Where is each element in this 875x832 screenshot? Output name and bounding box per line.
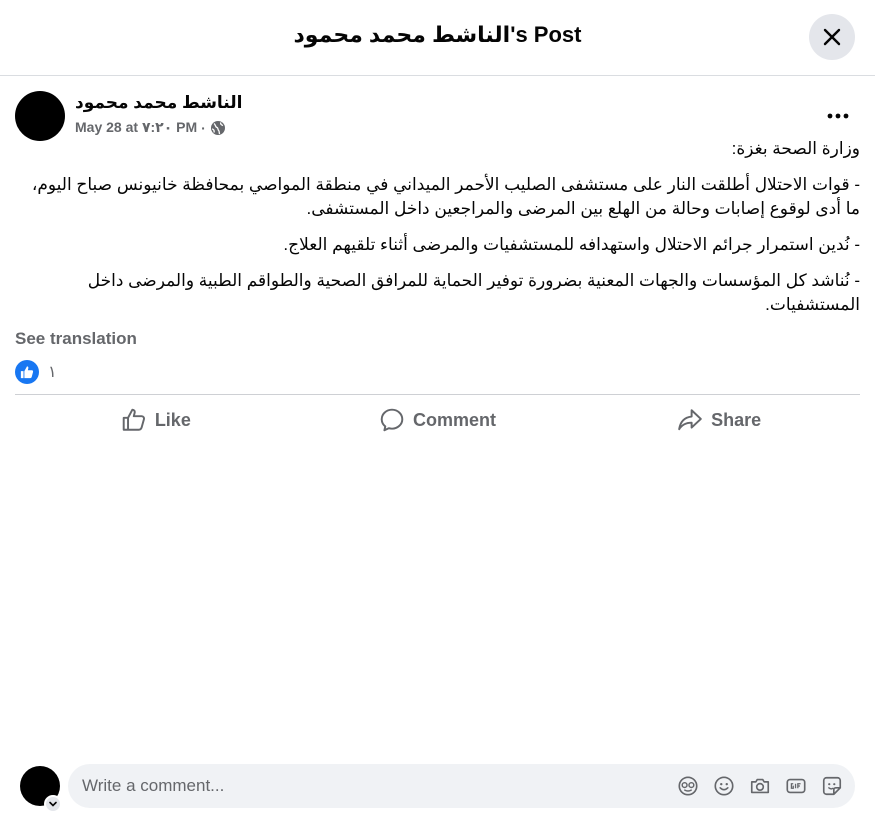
comment-input[interactable] bbox=[82, 764, 662, 808]
like-reaction-icon bbox=[15, 360, 39, 384]
comment-button[interactable]: Comment bbox=[297, 398, 579, 442]
post-timestamp[interactable]: May 28 at ٧:٢٠ PM bbox=[75, 119, 197, 136]
comment-composer bbox=[68, 764, 855, 808]
author-avatar[interactable] bbox=[15, 91, 65, 141]
like-label: Like bbox=[154, 409, 191, 430]
gif-icon[interactable] bbox=[783, 773, 809, 799]
like-button[interactable]: Like bbox=[15, 398, 297, 442]
share-icon bbox=[678, 409, 702, 431]
sticker-icon[interactable] bbox=[819, 773, 845, 799]
camera-icon[interactable] bbox=[747, 773, 773, 799]
post-paragraph: - نُدين استمرار جرائم الاحتلال واستهدافه… bbox=[283, 235, 860, 254]
chevron-down-icon bbox=[49, 801, 57, 807]
post-paragraph: وزارة الصحة بغزة: bbox=[731, 139, 860, 158]
comment-icon bbox=[380, 408, 404, 432]
reaction-count: ١ bbox=[48, 364, 57, 381]
post-meta: May 28 at ٧:٢٠ PM · bbox=[75, 119, 226, 136]
emoji-icon[interactable] bbox=[711, 773, 737, 799]
composer-tools bbox=[675, 773, 845, 799]
post-paragraph: - قوات الاحتلال أطلقت النار على مستشفى ا… bbox=[31, 175, 860, 218]
more-options-button[interactable] bbox=[818, 98, 858, 134]
share-label: Share bbox=[711, 409, 762, 430]
meta-separator: · bbox=[201, 119, 206, 136]
post-body: وزارة الصحة بغزة: - قوات الاحتلال أطلقت … bbox=[15, 137, 860, 329]
globe-icon[interactable] bbox=[210, 120, 226, 136]
more-icon bbox=[827, 113, 849, 119]
comment-label: Comment bbox=[413, 409, 497, 430]
share-button[interactable]: Share bbox=[578, 398, 860, 442]
post-paragraph: - نُناشد كل المؤسسات والجهات المعنية بضر… bbox=[87, 271, 860, 314]
author-name[interactable]: الناشط محمد محمود bbox=[75, 93, 242, 113]
avatar-sticker-icon[interactable] bbox=[675, 773, 701, 799]
post-actions: Like Comment Share bbox=[15, 398, 860, 442]
dialog-title: الناشط محمد محمود's Post bbox=[293, 22, 582, 47]
like-icon bbox=[122, 408, 145, 431]
reactions-summary[interactable]: ١ bbox=[15, 360, 57, 384]
actions-divider bbox=[15, 394, 860, 395]
dialog-header: الناشط محمد محمود's Post bbox=[0, 0, 875, 76]
close-icon bbox=[823, 28, 841, 46]
close-button[interactable] bbox=[809, 14, 855, 60]
account-switcher[interactable] bbox=[44, 795, 62, 813]
see-translation-link[interactable]: See translation bbox=[15, 329, 137, 349]
